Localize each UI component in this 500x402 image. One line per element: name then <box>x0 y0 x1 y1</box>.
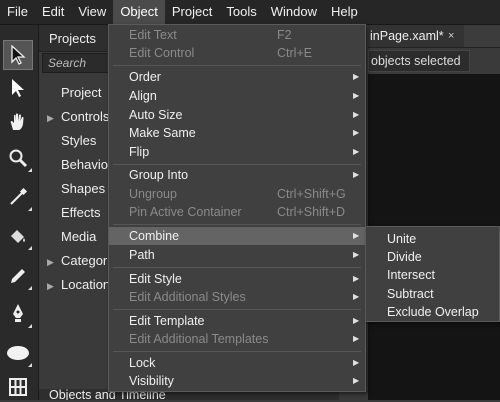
menu-separator <box>113 164 361 165</box>
panel-item-shapes[interactable]: Shapes <box>47 179 105 199</box>
panel-item-locations[interactable]: ▶ Locations <box>47 275 117 295</box>
expand-arrow-icon[interactable]: ▶ <box>47 108 61 128</box>
combine-submenu: Unite Divide Intersect Subtract Exclude … <box>365 226 500 322</box>
menu-item-ungroup[interactable]: Ungroup Ctrl+Shift+G <box>109 185 365 203</box>
menu-item-lock[interactable]: Lock ▶ <box>109 354 365 372</box>
panel-item-styles[interactable]: Styles <box>47 131 96 151</box>
menu-separator <box>113 309 361 310</box>
menu-file[interactable]: File <box>0 0 35 24</box>
menu-window[interactable]: Window <box>264 0 324 24</box>
eyedropper-tool-icon[interactable] <box>3 182 33 212</box>
tool-flyout-indicator-icon <box>28 168 32 172</box>
menubar: File Edit View Object Project Tools Wind… <box>0 0 500 25</box>
menu-item-edit-template[interactable]: Edit Template ▶ <box>109 312 365 330</box>
menu-item-order[interactable]: Order ▶ <box>109 68 365 86</box>
paint-bucket-tool-icon[interactable] <box>3 221 33 251</box>
object-menu: Edit Text F2 Edit Control Ctrl+E Order ▶… <box>108 24 366 392</box>
grid-tool-icon[interactable] <box>3 372 33 402</box>
search-input[interactable] <box>42 53 112 73</box>
document-tab-label: inPage.xaml* <box>370 29 444 43</box>
menu-view[interactable]: View <box>71 0 113 24</box>
submenu-arrow-icon: ▶ <box>353 147 360 156</box>
menu-item-edit-control[interactable]: Edit Control Ctrl+E <box>109 44 365 62</box>
projects-tab-label: Projects <box>49 31 96 46</box>
submenu-arrow-icon: ▶ <box>353 358 360 367</box>
projects-tab[interactable]: Projects <box>39 25 109 52</box>
submenu-item-intersect[interactable]: Intersect <box>366 266 499 284</box>
menu-item-auto-size[interactable]: Auto Size ▶ <box>109 106 365 124</box>
menu-item-path[interactable]: Path ▶ <box>109 246 365 264</box>
menu-item-edit-style[interactable]: Edit Style ▶ <box>109 270 365 288</box>
document-tab[interactable]: inPage.xaml* × <box>368 25 464 47</box>
submenu-item-unite[interactable]: Unite <box>366 230 499 248</box>
menu-item-flip[interactable]: Flip ▶ <box>109 143 365 161</box>
submenu-arrow-icon: ▶ <box>353 231 360 240</box>
projects-panel: Projects Project ▶Controls Styles Behavi… <box>39 25 124 400</box>
tool-flyout-indicator-icon <box>28 286 32 290</box>
close-icon[interactable]: × <box>448 25 454 47</box>
menu-help[interactable]: Help <box>324 0 365 24</box>
panel-item-project[interactable]: Project <box>47 83 101 103</box>
submenu-arrow-icon: ▶ <box>353 170 360 179</box>
panel-item-effects[interactable]: Effects <box>47 203 101 223</box>
menu-item-pin-active-container[interactable]: Pin Active Container Ctrl+Shift+D <box>109 203 365 221</box>
tool-flyout-indicator-icon <box>28 363 32 367</box>
selection-status: objects selected <box>368 50 470 72</box>
menu-item-align[interactable]: Align ▶ <box>109 87 365 105</box>
menu-separator <box>113 351 361 352</box>
ellipse-tool-icon[interactable] <box>3 338 33 368</box>
selection-tool-icon[interactable] <box>3 40 33 70</box>
submenu-arrow-icon: ▶ <box>353 334 360 343</box>
expand-arrow-icon[interactable]: ▶ <box>47 276 61 296</box>
submenu-item-divide[interactable]: Divide <box>366 248 499 266</box>
tool-flyout-indicator-icon <box>28 324 32 328</box>
menu-item-edit-additional-templates[interactable]: Edit Additional Templates ▶ <box>109 330 365 348</box>
zoom-tool-icon[interactable] <box>3 143 33 173</box>
submenu-arrow-icon: ▶ <box>353 128 360 137</box>
submenu-item-subtract[interactable]: Subtract <box>366 285 499 303</box>
panel-item-media[interactable]: Media <box>47 227 96 247</box>
submenu-arrow-icon: ▶ <box>353 376 360 385</box>
pencil-tool-icon[interactable] <box>3 261 33 291</box>
tools-panel <box>0 25 39 400</box>
menu-item-group-into[interactable]: Group Into ▶ <box>109 166 365 184</box>
pen-tool-icon[interactable] <box>3 299 33 329</box>
submenu-arrow-icon: ▶ <box>353 316 360 325</box>
pan-tool-icon[interactable] <box>3 107 33 137</box>
submenu-arrow-icon: ▶ <box>353 110 360 119</box>
menu-edit[interactable]: Edit <box>35 0 71 24</box>
submenu-arrow-icon: ▶ <box>353 292 360 301</box>
direct-selection-tool-icon[interactable] <box>3 73 33 103</box>
tool-flyout-indicator-icon <box>28 207 32 211</box>
tool-flyout-indicator-icon <box>28 246 32 250</box>
menu-item-combine[interactable]: Combine ▶ <box>109 227 365 245</box>
menu-tools[interactable]: Tools <box>219 0 263 24</box>
panel-item-controls[interactable]: ▶ Controls <box>47 107 109 127</box>
menu-separator <box>113 267 361 268</box>
menu-item-edit-text[interactable]: Edit Text F2 <box>109 26 365 44</box>
menu-project[interactable]: Project <box>165 0 219 24</box>
menu-item-edit-additional-styles[interactable]: Edit Additional Styles ▶ <box>109 288 365 306</box>
submenu-item-exclude-overlap[interactable]: Exclude Overlap <box>366 303 499 321</box>
menu-object[interactable]: Object <box>113 0 165 24</box>
submenu-arrow-icon: ▶ <box>353 91 360 100</box>
submenu-arrow-icon: ▶ <box>353 250 360 259</box>
menu-item-visibility[interactable]: Visibility ▶ <box>109 372 365 390</box>
submenu-arrow-icon: ▶ <box>353 274 360 283</box>
submenu-arrow-icon: ▶ <box>353 72 360 81</box>
menu-separator <box>113 65 361 66</box>
menu-separator <box>113 224 361 225</box>
expand-arrow-icon[interactable]: ▶ <box>47 252 61 272</box>
document-tabbar: inPage.xaml* × <box>368 25 500 48</box>
menu-item-make-same[interactable]: Make Same ▶ <box>109 124 365 142</box>
